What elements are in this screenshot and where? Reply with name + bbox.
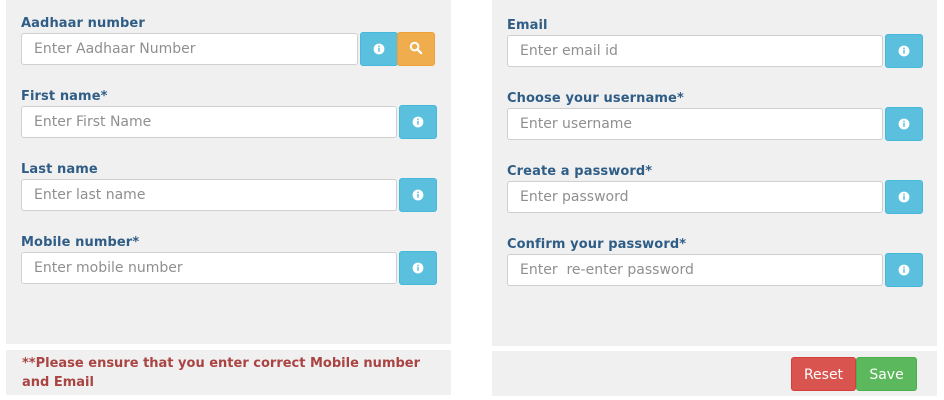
mobile-number-input[interactable] [21,252,397,284]
email-input[interactable] [507,35,883,67]
aadhaar-input[interactable] [21,33,358,65]
confirm-password-info-button[interactable] [885,253,923,287]
last-name-input[interactable] [21,179,397,211]
confirm-password-label: Confirm your password* [507,237,687,252]
info-icon [898,261,910,280]
search-icon [409,40,423,59]
first-name-info-button[interactable] [399,105,437,139]
password-info-button[interactable] [885,180,923,214]
info-icon [898,188,910,207]
username-input[interactable] [507,108,883,140]
info-icon [412,113,424,132]
info-icon [898,115,910,134]
info-icon [373,40,385,59]
last-name-label: Last name [21,162,98,177]
info-icon [412,259,424,278]
save-button[interactable]: Save [856,357,917,391]
first-name-input[interactable] [21,106,397,138]
email-info-button[interactable] [885,34,923,68]
reset-button[interactable]: Reset [791,357,856,391]
aadhaar-search-button[interactable] [397,32,435,66]
username-info-button[interactable] [885,107,923,141]
aadhaar-label: Aadhaar number [21,16,145,31]
form-actions-panel: Reset Save [492,351,937,396]
left-form-panel: Aadhaar number First name* [6,0,451,344]
info-icon [412,186,424,205]
aadhaar-info-button[interactable] [360,32,398,66]
mobile-number-label: Mobile number* [21,235,140,250]
mobile-number-info-button[interactable] [399,251,437,285]
info-icon [898,42,910,61]
password-input[interactable] [507,181,883,213]
last-name-info-button[interactable] [399,178,437,212]
right-form-panel: Email Choose your username* Create a pas… [492,0,937,346]
validation-note: **Please ensure that you enter correct M… [22,356,421,390]
first-name-label: First name* [21,89,108,104]
username-label: Choose your username* [507,91,684,106]
confirm-password-input[interactable] [507,254,883,286]
password-label: Create a password* [507,164,653,179]
email-label: Email [507,18,548,33]
validation-note-panel: **Please ensure that you enter correct M… [6,350,451,395]
